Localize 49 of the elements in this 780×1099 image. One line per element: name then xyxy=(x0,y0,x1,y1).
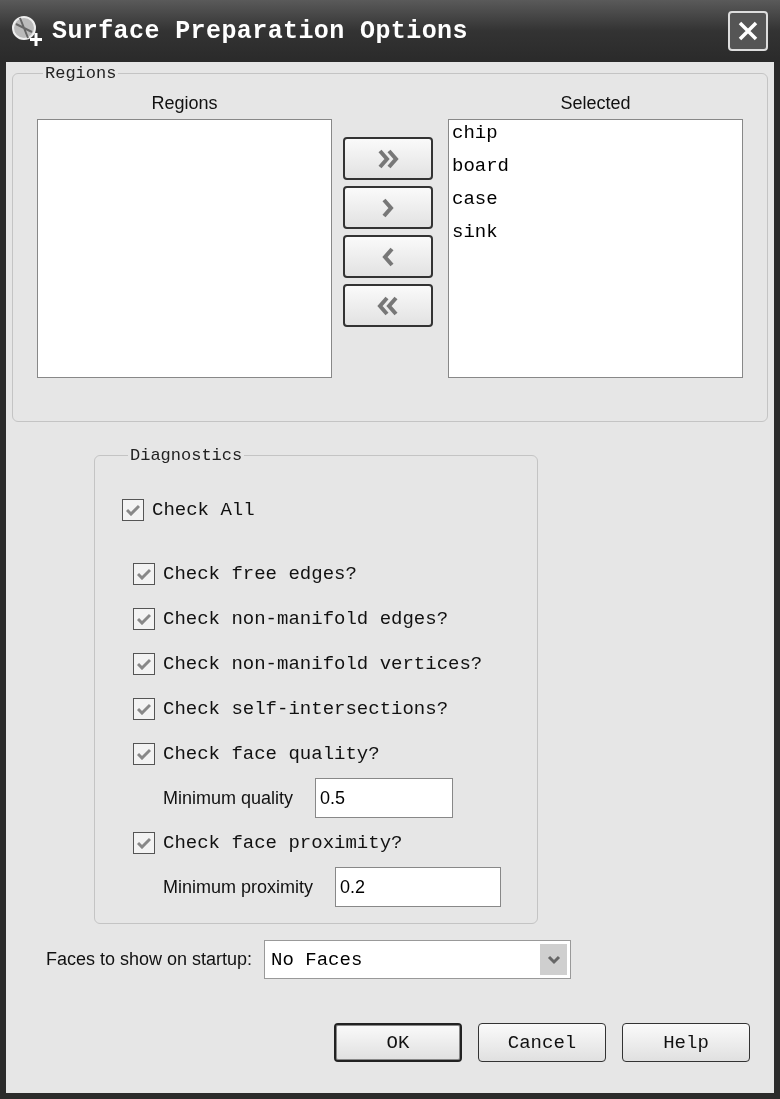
checkbox-label: Check free edges? xyxy=(163,562,357,585)
list-item[interactable]: case xyxy=(452,188,739,221)
dialog-button[interactable]: Cancel xyxy=(478,1023,606,1062)
right-arrow-button[interactable] xyxy=(343,186,433,229)
left-arrow-button[interactable] xyxy=(343,235,433,278)
list-label: Regions xyxy=(150,93,219,115)
checkbox[interactable] xyxy=(133,562,155,585)
list-box[interactable]: chip board case sink xyxy=(448,119,743,378)
list-item[interactable]: chip xyxy=(452,122,739,155)
checkbox[interactable] xyxy=(122,498,144,521)
check-mark-icon xyxy=(137,567,151,580)
field-label: Minimum quality xyxy=(163,787,294,809)
double-right-arrow-button[interactable] xyxy=(343,137,433,180)
field-label: Minimum proximity xyxy=(163,876,313,898)
group-title: Regions xyxy=(44,64,118,83)
double-chevron-right-icon xyxy=(377,147,399,170)
list-item[interactable]: sink xyxy=(452,221,739,254)
dialog-button[interactable]: OK xyxy=(334,1023,462,1062)
app-icon xyxy=(10,14,44,48)
checkbox[interactable] xyxy=(133,652,155,675)
list-item[interactable]: board xyxy=(452,155,739,188)
checkbox-label: Check self-intersections? xyxy=(163,697,449,720)
list-label: Selected xyxy=(559,93,632,115)
checkbox-label: Check face proximity? xyxy=(163,831,403,854)
double-left-arrow-button[interactable] xyxy=(343,284,433,327)
checkbox-label: Check non-manifold vertices? xyxy=(163,652,483,675)
number-field[interactable]: 0.2 xyxy=(335,867,501,907)
checkbox-label: Check non-manifold edges? xyxy=(163,607,449,630)
close-icon xyxy=(736,19,760,43)
dropdown-label: Faces to show on startup: xyxy=(46,949,253,970)
checkbox[interactable] xyxy=(133,697,155,720)
checkbox-label: Check face quality? xyxy=(163,742,380,765)
check-mark-icon xyxy=(137,702,151,715)
group-title: Diagnostics xyxy=(129,446,244,465)
check-mark-icon xyxy=(137,747,151,760)
checkbox[interactable] xyxy=(133,742,155,765)
check-mark-icon xyxy=(137,657,151,670)
check-mark-icon xyxy=(126,503,140,516)
check-mark-icon xyxy=(137,612,151,625)
close-button[interactable] xyxy=(728,11,768,51)
number-field[interactable]: 0.5 xyxy=(315,778,454,818)
check-mark-icon xyxy=(137,836,151,849)
double-chevron-left-icon xyxy=(377,294,399,317)
checkbox[interactable] xyxy=(133,831,155,854)
dialog-button[interactable]: Help xyxy=(622,1023,750,1062)
window-title: Surface Preparation Options xyxy=(52,16,469,46)
dropdown[interactable]: No Faces xyxy=(264,940,572,979)
checkbox[interactable] xyxy=(133,607,155,630)
checkbox-label: Check All xyxy=(152,498,255,521)
